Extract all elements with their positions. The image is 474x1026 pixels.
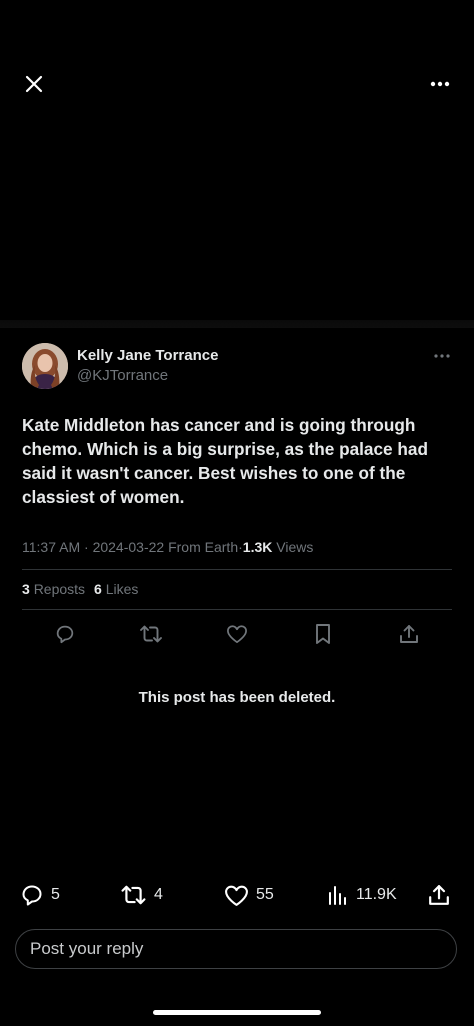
reply-icon: [56, 625, 74, 644]
author-name[interactable]: Kelly Jane Torrance: [77, 347, 218, 364]
engagement-counts: 3 Reposts 6 Likes: [22, 581, 138, 597]
reposts-count: 3: [22, 581, 30, 597]
reply-icon: [22, 885, 42, 906]
tweet-more-button[interactable]: [432, 347, 452, 365]
likes-count: 6: [94, 581, 102, 597]
bottom-views-count: 11.9K: [356, 886, 397, 903]
share-icon: [400, 625, 418, 643]
repost-icon: [140, 625, 162, 643]
bottom-share-button[interactable]: [428, 880, 457, 910]
avatar-image: [22, 343, 68, 389]
divider: [22, 609, 452, 610]
close-button[interactable]: [20, 70, 48, 98]
deleted-notice: This post has been deleted.: [138, 689, 336, 706]
bottom-replies-count: 5: [51, 886, 60, 903]
repost-button[interactable]: [138, 621, 164, 647]
likes-link[interactable]: 6 Likes: [94, 581, 138, 597]
reposts-link[interactable]: 3 Reposts: [22, 581, 85, 597]
more-horizontal-icon: [430, 81, 450, 87]
like-button[interactable]: [224, 621, 250, 647]
bottom-likes-count: 55: [256, 886, 274, 903]
author-handle[interactable]: @KJTorrance: [77, 367, 168, 384]
tweet-meta: 11:37 AM · 2024-03-22 From Earth·1.3K Vi…: [22, 539, 313, 555]
more-horizontal-icon: [434, 354, 450, 358]
repost-icon: [121, 885, 146, 905]
reposts-label: Reposts: [33, 581, 86, 597]
reply-button[interactable]: [52, 621, 78, 647]
avatar[interactable]: [22, 343, 68, 389]
like-icon: [227, 625, 247, 644]
share-icon: [429, 885, 449, 905]
reply-composer[interactable]: [15, 929, 457, 969]
views-label: Views: [276, 539, 314, 555]
share-button[interactable]: [396, 621, 422, 647]
analytics-icon: [329, 886, 346, 905]
tweet-source: From Earth: [168, 539, 239, 555]
bottom-views-button[interactable]: 11.9K: [327, 880, 397, 910]
media-area-divider: [0, 320, 474, 328]
meta-separator: ·: [84, 539, 89, 555]
views-count: 1.3K: [242, 539, 273, 555]
more-options-button[interactable]: [428, 72, 452, 96]
bookmark-button[interactable]: [310, 621, 336, 647]
reply-input[interactable]: [16, 938, 432, 960]
close-icon: [25, 75, 43, 93]
likes-label: Likes: [105, 581, 139, 597]
bottom-reply-button[interactable]: 5: [20, 880, 60, 910]
like-icon: [225, 885, 248, 906]
bookmark-icon: [316, 624, 330, 644]
divider: [22, 569, 452, 570]
tweet-time: 11:37 AM: [22, 539, 81, 555]
bottom-repost-button[interactable]: 4: [120, 880, 163, 910]
bottom-like-button[interactable]: 55: [224, 880, 274, 910]
home-indicator[interactable]: [153, 1010, 321, 1015]
bottom-reposts-count: 4: [154, 886, 163, 903]
tweet-text: Kate Middleton has cancer and is going t…: [22, 415, 428, 507]
tweet-date: 2024-03-22: [92, 539, 165, 555]
